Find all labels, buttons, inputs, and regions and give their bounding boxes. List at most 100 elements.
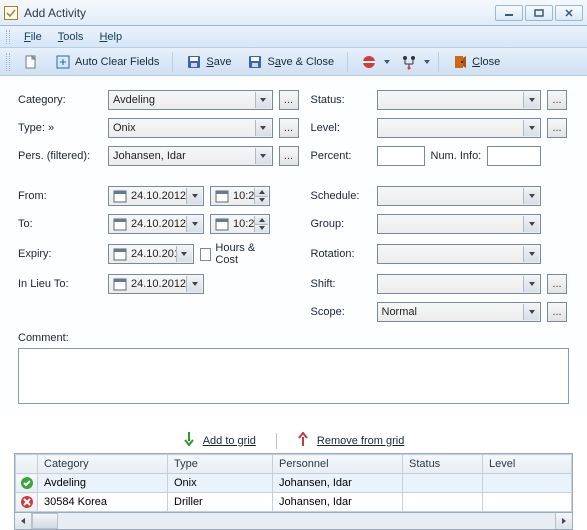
- percent-input[interactable]: [377, 146, 425, 166]
- scope-combo[interactable]: Normal: [377, 302, 542, 322]
- save-close-button[interactable]: Save & Close: [240, 51, 341, 73]
- close-window-button[interactable]: [555, 5, 583, 21]
- chevron-down-icon: [186, 276, 202, 292]
- to-time-input[interactable]: 10:24: [210, 214, 270, 234]
- menu-file[interactable]: File: [18, 29, 48, 45]
- to-date-input[interactable]: 24.10.2012: [108, 214, 204, 234]
- arrow-up-icon: [297, 432, 309, 449]
- numinfo-label: Num. Info:: [431, 150, 482, 162]
- spin-buttons[interactable]: [254, 216, 268, 232]
- cell-level: [483, 474, 572, 493]
- window-title: Add Activity: [24, 6, 86, 20]
- hours-cost-label: Hours & Cost: [215, 242, 272, 266]
- rotation-label: Rotation:: [311, 248, 371, 260]
- chevron-down-icon: [523, 216, 539, 232]
- schedule-label: Schedule:: [311, 190, 371, 202]
- category-combo[interactable]: Avdeling: [108, 90, 273, 110]
- category-value: Avdeling: [113, 94, 155, 106]
- remove-from-grid-label: Remove from grid: [317, 435, 404, 447]
- schedule-combo[interactable]: [377, 186, 542, 206]
- close-button[interactable]: Close: [445, 51, 507, 73]
- hours-cost-checkbox[interactable]: Hours & Cost: [200, 242, 273, 266]
- type-ellipsis-button[interactable]: ...: [279, 118, 299, 138]
- chevron-down-icon: [255, 120, 271, 136]
- level-ellipsis-button[interactable]: ...: [547, 118, 567, 138]
- calendar-icon: [215, 189, 229, 203]
- from-time-input[interactable]: 10:24: [210, 186, 270, 206]
- title-bar: Add Activity: [0, 0, 587, 26]
- from-date-value: 24.10.2012: [131, 190, 186, 202]
- table-row[interactable]: Avdeling Onix Johansen, Idar: [16, 474, 572, 493]
- chevron-down-icon: [186, 216, 202, 232]
- spin-buttons[interactable]: [254, 188, 268, 204]
- pers-ellipsis-button[interactable]: ...: [279, 146, 299, 166]
- inlieu-label: In Lieu To:: [18, 278, 102, 290]
- chevron-down-icon: [186, 188, 202, 204]
- scope-value: Normal: [382, 306, 417, 318]
- arrow-down-icon: [183, 432, 195, 449]
- level-combo[interactable]: [377, 118, 542, 138]
- from-label: From:: [18, 190, 102, 202]
- crew-icon: [361, 54, 377, 70]
- rotation-combo[interactable]: [377, 244, 542, 264]
- crew-dropdown[interactable]: [382, 51, 392, 73]
- inlieu-date-input[interactable]: 24.10.2012: [108, 274, 204, 294]
- menu-tools[interactable]: Tools: [52, 29, 90, 45]
- row-status-icon: [16, 474, 38, 493]
- save-close-icon: [247, 54, 263, 70]
- shift-ellipsis-button[interactable]: ...: [547, 274, 567, 294]
- category-label: Category:: [18, 94, 102, 106]
- add-to-grid-label: Add to grid: [203, 435, 256, 447]
- cell-status: [403, 474, 483, 493]
- form-panel: Category: Avdeling ... Status: ... Type:…: [0, 76, 587, 412]
- pers-combo[interactable]: Johansen, Idar: [108, 146, 273, 166]
- menu-bar: File Tools Help: [0, 26, 587, 48]
- tree-dropdown[interactable]: [422, 51, 432, 73]
- chevron-down-icon: [255, 148, 271, 164]
- col-status[interactable]: Status: [403, 455, 483, 474]
- crew-button[interactable]: [354, 51, 380, 73]
- scope-label: Scope:: [311, 306, 371, 318]
- minimize-button[interactable]: [495, 5, 523, 21]
- group-combo[interactable]: [377, 214, 542, 234]
- inlieu-date-value: 24.10.2012: [131, 278, 186, 290]
- scope-ellipsis-button[interactable]: ...: [547, 302, 567, 322]
- remove-from-grid-button[interactable]: Remove from grid: [297, 432, 404, 449]
- type-combo[interactable]: Onix: [108, 118, 273, 138]
- add-to-grid-button[interactable]: Add to grid: [183, 432, 256, 449]
- expiry-date-input[interactable]: 24.10.2012: [108, 244, 194, 264]
- from-date-input[interactable]: 24.10.2012: [108, 186, 204, 206]
- table-row[interactable]: 30584 Korea Driller Johansen, Idar: [16, 493, 572, 512]
- numinfo-input[interactable]: [487, 146, 541, 166]
- comment-textarea[interactable]: [18, 348, 569, 404]
- save-icon: [186, 54, 202, 70]
- status-ellipsis-button[interactable]: ...: [547, 90, 567, 110]
- calendar-icon: [113, 247, 127, 261]
- type-value: Onix: [113, 122, 136, 134]
- new-icon: [23, 54, 39, 70]
- chevron-down-icon: [523, 276, 539, 292]
- grid-horizontal-scrollbar[interactable]: [14, 513, 573, 530]
- save-button[interactable]: Save: [179, 51, 238, 73]
- tree-button[interactable]: [394, 51, 420, 73]
- col-category[interactable]: Category: [38, 455, 168, 474]
- new-button[interactable]: [16, 51, 46, 73]
- toolbar: Auto Clear Fields Save Save & Close: [0, 48, 587, 76]
- shift-combo[interactable]: [377, 274, 542, 294]
- col-personnel[interactable]: Personnel: [273, 455, 403, 474]
- maximize-button[interactable]: [525, 5, 553, 21]
- auto-clear-button[interactable]: Auto Clear Fields: [48, 51, 166, 73]
- cell-category: Avdeling: [38, 474, 168, 493]
- chevron-down-icon: [523, 304, 539, 320]
- status-combo[interactable]: [377, 90, 542, 110]
- checkbox-icon: [200, 248, 212, 261]
- type-label: Type: »: [18, 122, 102, 134]
- col-level[interactable]: Level: [483, 455, 572, 474]
- activities-grid[interactable]: Category Type Personnel Status Level Avd…: [14, 453, 573, 513]
- menu-grip: [6, 30, 10, 44]
- app-icon: [4, 6, 18, 20]
- col-type[interactable]: Type: [168, 455, 273, 474]
- grid-actions: Add to grid Remove from grid: [0, 432, 587, 449]
- category-ellipsis-button[interactable]: ...: [279, 90, 299, 110]
- menu-help[interactable]: Help: [93, 29, 128, 45]
